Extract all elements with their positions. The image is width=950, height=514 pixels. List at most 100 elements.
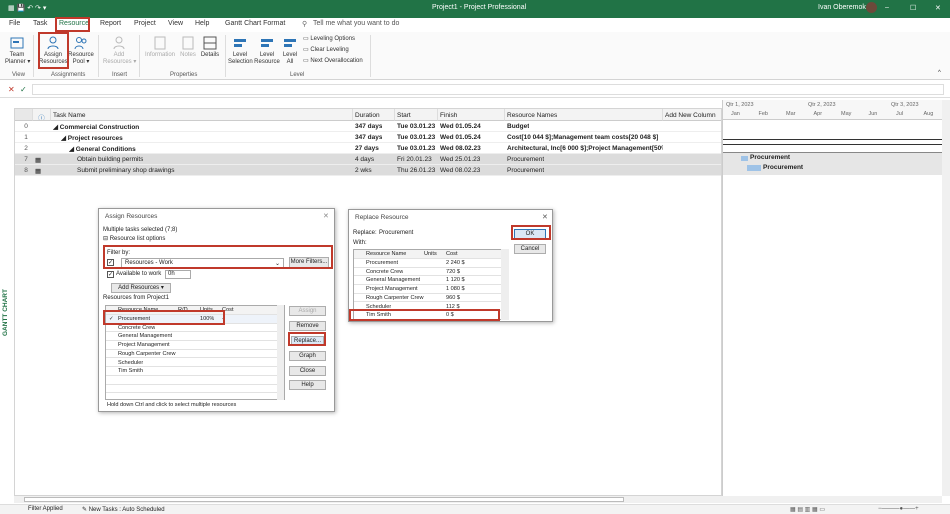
dialog-title: Assign Resources [105, 213, 158, 220]
resource-list-options-toggle[interactable]: ⊟ Resource list options [103, 235, 165, 242]
table-row[interactable] [106, 385, 284, 394]
table-row[interactable]: 1 ◢ Project resources 347 days Tue 03.01.23… [15, 132, 721, 143]
tab-help[interactable]: Help [195, 20, 209, 27]
divider [139, 35, 140, 77]
table-row[interactable]: Scheduler [106, 359, 284, 368]
col-start[interactable]: Start [395, 109, 438, 121]
tab-view[interactable]: View [168, 20, 183, 27]
col-duration[interactable]: Duration [353, 109, 395, 121]
col-add-new[interactable]: Add New Column [663, 109, 721, 121]
level-resource-button[interactable]: Level Resource [254, 36, 280, 66]
avatar[interactable] [866, 2, 877, 13]
table-vscroll[interactable] [501, 249, 509, 320]
remove-button[interactable]: Remove [289, 321, 326, 331]
task-info-icon[interactable]: ▦ [35, 156, 41, 164]
cancel-button[interactable]: Cancel [514, 244, 546, 254]
add-resources-button[interactable]: Add Resources ▾ [103, 36, 136, 66]
gantt-hscroll[interactable] [722, 496, 942, 503]
zoom-slider[interactable]: −———●——+ [878, 506, 919, 512]
tab-gantt-format[interactable]: Gantt Chart Format [225, 20, 285, 27]
dialog-close-icon[interactable]: ✕ [542, 213, 548, 221]
table-row[interactable] [106, 393, 284, 399]
cell: 27 days [355, 145, 379, 152]
tell-me-search[interactable]: Tell me what you want to do [313, 20, 399, 27]
table-row[interactable]: 8 Submit preliminary shop drawings 2 wks Th… [15, 165, 721, 176]
summary-line [723, 120, 942, 140]
level-all-button[interactable]: Level All [281, 36, 299, 66]
close-button[interactable]: Close [289, 366, 326, 376]
collapse-ribbon-icon[interactable]: ^ [938, 70, 941, 77]
add-resources-dropdown[interactable]: Add Resources ▾ [111, 283, 171, 293]
col-task-name[interactable]: Task Name [51, 109, 353, 121]
replace-label: Replace: [353, 230, 377, 236]
cell: Rough Carpenter Crew [366, 294, 424, 301]
new-tasks-status[interactable]: ✎ New Tasks : Auto Scheduled [82, 506, 165, 513]
graph-button[interactable]: Graph [289, 351, 326, 361]
cell: Concrete Crew [366, 268, 404, 275]
table-row[interactable]: 0 ◢ Commercial Construction 347 days Tue 03… [15, 121, 721, 132]
table-row[interactable]: 7 Obtain building permits 4 days Fri 20.01.… [15, 154, 721, 165]
hint-text: Hold down Ctrl and click to select multi… [107, 402, 237, 408]
table-row[interactable]: Rough Carpenter Crew 960 $ [354, 294, 508, 303]
col-finish[interactable]: Finish [438, 109, 505, 121]
people-icon [74, 37, 87, 50]
details-button[interactable]: Details [199, 36, 221, 59]
dialog-close-icon[interactable]: ✕ [323, 212, 329, 220]
table-row[interactable]: Procurement 2 240 $ [354, 259, 508, 268]
next-overallocation-button[interactable]: ▭ Next Overallocation [303, 58, 363, 65]
cell: Scheduler [118, 359, 144, 366]
select-all-corner[interactable] [15, 109, 33, 121]
available-checkbox[interactable]: ✓ [107, 271, 114, 278]
grid-hscroll[interactable] [14, 496, 722, 503]
tab-project[interactable]: Project [134, 20, 156, 27]
resource-pool-button[interactable]: Resource Pool ▾ [68, 36, 94, 66]
table-row[interactable]: 2 ◢ General Conditions 27 days Tue 03.01.23… [15, 143, 721, 154]
level-selection-button[interactable]: Level Selection [228, 36, 253, 66]
task-bar[interactable] [747, 165, 761, 171]
confirm-entry-icon[interactable]: ✓ [20, 85, 27, 94]
table-row[interactable]: General Management [106, 332, 284, 342]
table-row[interactable] [106, 376, 284, 385]
task-bar[interactable] [741, 156, 748, 161]
table-row[interactable]: Project Management 1 080 $ [354, 285, 508, 294]
table-row[interactable]: General Management 1 120 $ [354, 276, 508, 286]
view-shortcuts-icon[interactable]: ▦ ▤ ▥ ▦ ▭ [790, 506, 825, 513]
task-info-icon[interactable]: ▦ [35, 167, 41, 175]
user-name[interactable]: Ivan Oberemok [818, 4, 866, 11]
team-planner-button[interactable]: Team Planner ▾ [5, 36, 30, 66]
cancel-entry-icon[interactable]: ✕ [8, 85, 15, 94]
divider [98, 35, 99, 77]
tasks-selected-label: Multiple tasks selected (7;8) [103, 227, 178, 233]
tab-task[interactable]: Task [33, 20, 47, 27]
close-window-button[interactable]: ✕ [935, 4, 941, 12]
table-row[interactable]: Project Management [106, 341, 284, 350]
help-button[interactable]: Help [289, 380, 326, 390]
cell: Wed 25.01.23 [440, 156, 481, 163]
entry-input[interactable] [32, 84, 944, 95]
gantt-vscroll[interactable] [942, 100, 950, 496]
highlight-assign-resources [38, 32, 69, 69]
col-resource-names[interactable]: Resource Names [505, 109, 663, 121]
with-label: With: [353, 240, 367, 246]
maximize-button[interactable]: ☐ [910, 4, 916, 12]
table-header: Resource Name Units Cost [354, 250, 508, 259]
notes-button[interactable]: Notes [178, 36, 198, 59]
table-row[interactable]: Concrete Crew 720 $ [354, 268, 508, 277]
highlight-resource-tab [55, 17, 90, 32]
highlight-tim-smith [349, 309, 500, 321]
clear-leveling-button[interactable]: ▭ Clear Leveling [303, 47, 349, 54]
tab-report[interactable]: Report [100, 20, 121, 27]
tab-file[interactable]: File [9, 20, 20, 27]
leveling-options-button[interactable]: ▭ Leveling Options [303, 36, 355, 43]
minimize-button[interactable]: – [885, 4, 889, 11]
divider [370, 35, 371, 77]
entry-bar: ✕ ✓ [0, 82, 950, 98]
table-row[interactable]: Rough Carpenter Crew [106, 350, 284, 359]
table-vscroll[interactable] [277, 305, 284, 400]
window-title: Project1 - Project Professional [432, 4, 527, 11]
scroll-thumb[interactable] [24, 497, 624, 502]
table-row[interactable]: Tim Smith [106, 367, 284, 376]
hours-input[interactable]: 0h [165, 270, 191, 279]
information-button[interactable]: Information [143, 36, 177, 59]
assign-button[interactable]: Assign [289, 306, 326, 316]
